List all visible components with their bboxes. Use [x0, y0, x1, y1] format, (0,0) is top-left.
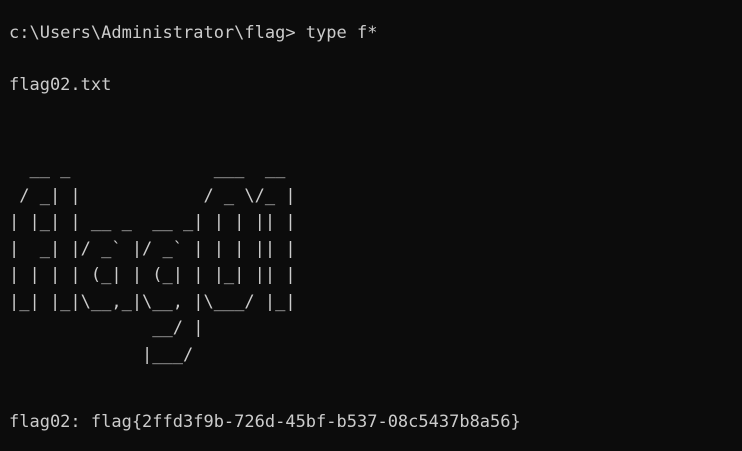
- filename-header: flag02.txt: [9, 75, 112, 95]
- flag-output-line: flag02: flag{2ffd3f9b-726d-45bf-b537-08c…: [9, 412, 521, 432]
- ascii-art-banner: __ _ ___ __ / _| | / _ \/_ | | |_| | __ …: [9, 159, 296, 365]
- terminal-window[interactable]: c:\Users\Administrator\flag> type f* fla…: [0, 0, 742, 451]
- command-prompt-line: c:\Users\Administrator\flag> type f*: [9, 23, 378, 43]
